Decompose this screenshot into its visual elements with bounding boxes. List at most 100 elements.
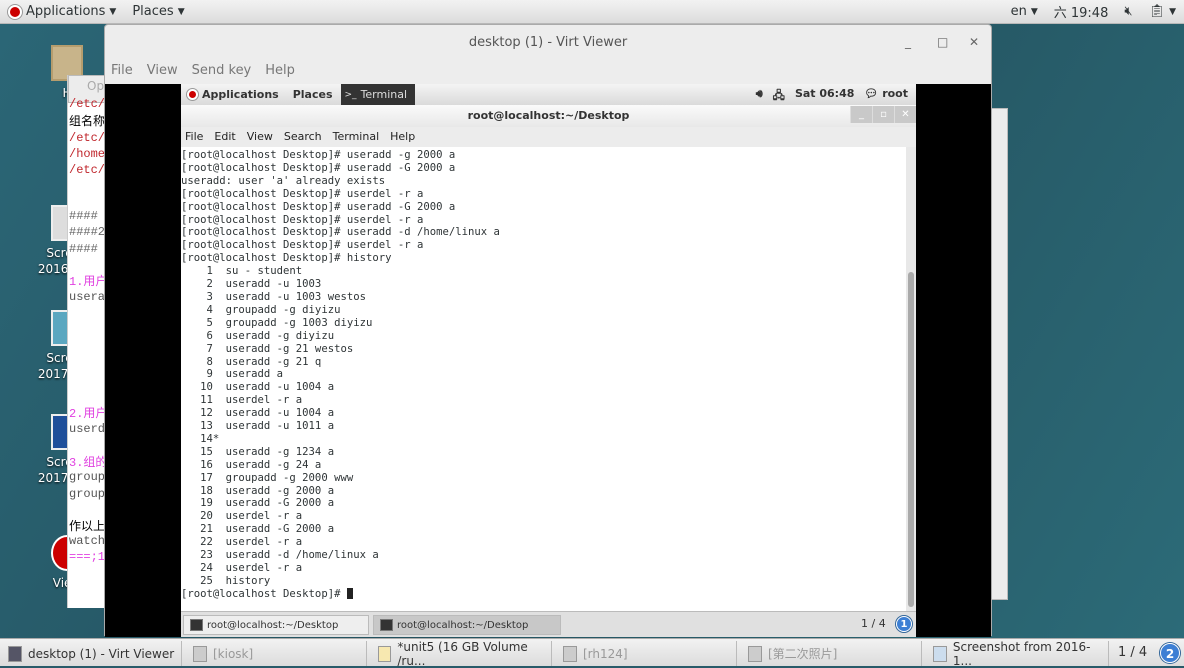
redhat-logo-icon	[8, 4, 22, 19]
cursor	[346, 587, 353, 599]
guest-clock[interactable]: Sat 06:48	[795, 87, 854, 106]
system-menu[interactable]: 📋︎ ▼	[1141, 4, 1184, 19]
maximize-button[interactable]: □	[937, 35, 948, 49]
background-editor-window[interactable]: Op /etc/ 组名称 /etc/ /home /etc/ #### ####…	[67, 75, 107, 608]
host-notification-badge[interactable]: 2	[1160, 643, 1180, 663]
menu-help[interactable]: Help	[265, 63, 295, 78]
menu-help[interactable]: Help	[390, 130, 415, 143]
guest-workspace-indicator[interactable]: 1 / 4	[861, 617, 886, 630]
guest-terminal-app-button[interactable]: >_ Terminal	[340, 84, 416, 105]
host-task-screenshot[interactable]: Screenshot from 2016-1...	[925, 639, 1109, 668]
host-task-kiosk[interactable]: [kiosk]	[185, 641, 367, 666]
window-icon	[563, 645, 577, 662]
window-icon	[748, 645, 762, 662]
terminal-line: 2 useradd -u 1003	[181, 278, 322, 291]
label: root@localhost:~/Desktop	[207, 619, 339, 631]
terminal-line: 24 userdel -r a	[181, 562, 303, 574]
background-window-scrollbar[interactable]	[990, 108, 1008, 600]
redhat-logo-icon	[187, 89, 198, 100]
prompt-line: [root@localhost Desktop]#	[181, 587, 906, 601]
terminal-window-buttons: _ ▫ ✕	[850, 106, 916, 123]
screenshot-icon	[933, 645, 947, 662]
terminal-line: 15 useradd -g 1234 a	[181, 445, 335, 458]
terminal-icon	[190, 619, 203, 631]
close-button[interactable]: ✕	[969, 35, 979, 49]
places-menu[interactable]: Places ▼	[124, 4, 192, 19]
minimize-button[interactable]: _	[905, 35, 911, 49]
host-task-rh124[interactable]: [rh124]	[555, 641, 737, 666]
terminal-scrollbar[interactable]	[906, 147, 916, 611]
host-workspace-indicator[interactable]: 1 / 4	[1118, 645, 1147, 660]
minimize-button[interactable]: _	[850, 106, 872, 123]
maximize-button[interactable]: ▫	[872, 106, 894, 123]
menu-terminal[interactable]: Terminal	[333, 130, 380, 143]
label: Screenshot from 2016-1...	[952, 639, 1091, 668]
menu-edit[interactable]: Edit	[214, 130, 235, 143]
terminal-line: [root@localhost Desktop]# userdel -r a	[181, 213, 424, 226]
menu-send-key[interactable]: Send key	[192, 63, 252, 78]
editor-line: group	[69, 487, 106, 501]
terminal-line: 13 useradd -u 1011 a	[181, 420, 335, 433]
terminal-line: 23 useradd -d /home/linux a	[181, 549, 379, 562]
host-taskbar: desktop (1) - Virt Viewer [kiosk] *unit5…	[0, 638, 1184, 668]
terminal-line: [root@localhost Desktop]# useradd -G 200…	[181, 200, 456, 213]
editor-line: 1.用户	[69, 275, 107, 289]
editor-line: ####	[69, 209, 98, 223]
applications-label: Applications	[26, 4, 106, 19]
volume-muted-icon[interactable]: 🔇︎	[1116, 4, 1140, 19]
network-icon[interactable]: 🖧	[773, 87, 785, 106]
guest-places-menu[interactable]: Places	[285, 88, 341, 101]
editor-line: ####2	[69, 225, 106, 239]
label: root@localhost:~/Desktop	[397, 619, 529, 631]
label: root	[882, 87, 908, 100]
editor-line: ####	[69, 242, 98, 256]
menu-file[interactable]: File	[111, 63, 133, 78]
guest-user-menu[interactable]: 💬︎ root	[864, 87, 908, 106]
monitor-icon	[8, 645, 22, 662]
scrollbar-thumb[interactable]	[908, 272, 914, 607]
editor-line: ===;1	[69, 550, 106, 564]
editor-line: watch	[69, 534, 106, 548]
editor-line: userad	[69, 290, 107, 304]
clipboard-icon: 📋︎	[1148, 4, 1166, 19]
guest-desktop[interactable]: Applications Places >_ Terminal 🔊︎ 🖧 Sat …	[181, 84, 916, 637]
text-editor-icon	[378, 645, 392, 662]
terminal-line: 20 userdel -r a	[181, 510, 303, 523]
applications-menu[interactable]: Applications ▼	[0, 4, 124, 19]
terminal-line: 3 useradd -u 1003 westos	[181, 290, 366, 303]
language-selector[interactable]: en ▼	[1003, 4, 1046, 19]
vm-display[interactable]: Applications Places >_ Terminal 🔊︎ 🖧 Sat …	[105, 84, 991, 637]
menu-search[interactable]: Search	[284, 130, 322, 143]
clock[interactable]: 六 19:48	[1046, 2, 1117, 21]
label: [rh124]	[583, 646, 628, 661]
terminal-line: 18 useradd -g 2000 a	[181, 484, 335, 497]
guest-task-terminal-1[interactable]: root@localhost:~/Desktop	[183, 615, 369, 635]
guest-notification-badge[interactable]: 1	[896, 616, 912, 632]
menu-view[interactable]: View	[147, 63, 178, 78]
terminal-icon: >_	[344, 89, 357, 100]
close-button[interactable]: ✕	[894, 106, 916, 123]
terminal-line: [root@localhost Desktop]# useradd -d /ho…	[181, 226, 500, 239]
terminal-line: [root@localhost Desktop]# userdel -r a	[181, 239, 424, 252]
lang-label: en	[1010, 4, 1027, 19]
terminal-line: 14*	[181, 432, 220, 445]
host-task-unit5[interactable]: *unit5 (16 GB Volume /ru...	[370, 640, 552, 668]
top-panel: Applications ▼ Places ▼ en ▼ 六 19:48 🔇︎ 📋︎ ▼	[0, 0, 1184, 24]
menu-file[interactable]: File	[185, 130, 203, 143]
terminal-line: 6 useradd -g diyizu	[181, 329, 335, 342]
terminal-line: 7 useradd -g 21 westos	[181, 342, 354, 355]
host-task-virt-viewer[interactable]: desktop (1) - Virt Viewer	[0, 641, 182, 666]
guest-applications-menu[interactable]: Applications	[181, 88, 285, 101]
host-task-photos[interactable]: [第二次照片]	[740, 641, 922, 666]
places-label: Places	[132, 4, 174, 19]
label: [kiosk]	[213, 646, 254, 661]
volume-icon[interactable]: 🔊︎	[756, 87, 763, 106]
terminal-line: 9 useradd a	[181, 368, 284, 381]
terminal-title: root@localhost:~/Desktop	[181, 105, 916, 127]
editor-line: /home	[69, 147, 106, 161]
terminal-line: [root@localhost Desktop]# useradd -G 200…	[181, 161, 456, 174]
guest-task-terminal-2[interactable]: root@localhost:~/Desktop	[373, 615, 561, 635]
label: desktop (1) - Virt Viewer	[28, 646, 175, 661]
terminal-output[interactable]: [root@localhost Desktop]# useradd -g 200…	[181, 147, 906, 611]
menu-view[interactable]: View	[247, 130, 273, 143]
